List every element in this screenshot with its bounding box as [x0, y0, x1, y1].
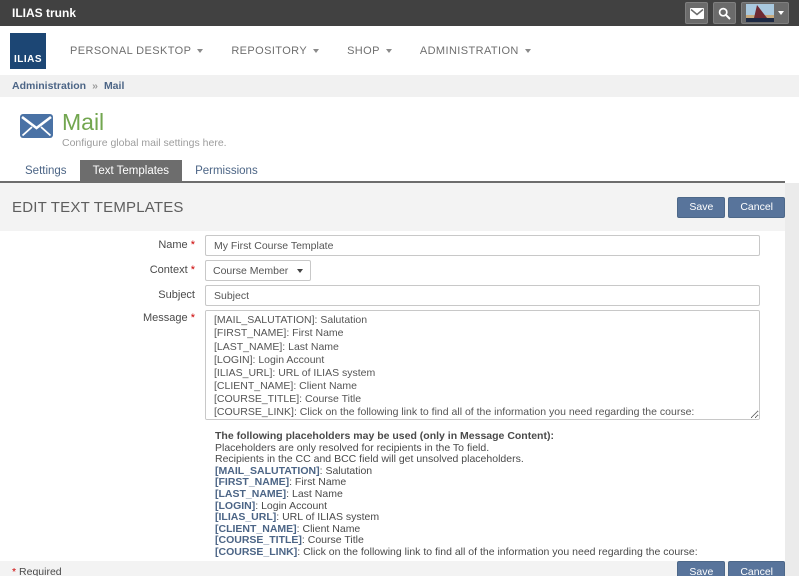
- menu-shop[interactable]: SHOP: [333, 26, 406, 75]
- cancel-button[interactable]: Cancel: [728, 561, 785, 576]
- placeholder-item: [COURSE_LINK]: Click on the following li…: [215, 547, 770, 559]
- chevron-down-icon: [197, 49, 203, 53]
- context-selected-value: Course Member: [213, 265, 288, 277]
- required-asterisk: *: [191, 312, 195, 324]
- search-icon-button[interactable]: [713, 2, 736, 24]
- form-row-context: Context * Course Member: [0, 260, 785, 281]
- message-label: Message *: [0, 310, 205, 425]
- chevron-down-icon: [386, 49, 392, 53]
- breadcrumb-administration[interactable]: Administration: [12, 80, 86, 92]
- save-button[interactable]: Save: [677, 197, 725, 218]
- tab-settings[interactable]: Settings: [12, 160, 80, 181]
- form-row-name: Name *: [0, 235, 785, 256]
- search-icon: [718, 7, 731, 20]
- name-field[interactable]: [205, 235, 760, 256]
- topbar-actions: [685, 2, 789, 24]
- menu-administration[interactable]: ADMINISTRATION: [406, 26, 545, 75]
- placeholder-help: The following placeholders may be used (…: [215, 431, 770, 558]
- right-gutter: [785, 183, 799, 576]
- form-footer: * Required Save Cancel: [0, 561, 785, 576]
- context-label: Context *: [0, 260, 205, 281]
- form-row-subject: Subject: [0, 285, 785, 306]
- message-field[interactable]: [MAIL_SALUTATION]: Salutation [FIRST_NAM…: [205, 310, 760, 420]
- header-command-buttons: Save Cancel: [677, 197, 785, 218]
- avatar: [746, 4, 774, 22]
- tabs-bar: Settings Text Templates Permissions: [0, 149, 799, 183]
- menu-label: ADMINISTRATION: [420, 45, 519, 57]
- nav-menus: PERSONAL DESKTOP REPOSITORY SHOP ADMINIS…: [56, 26, 545, 75]
- user-menu-button[interactable]: [741, 2, 789, 24]
- footer-command-buttons: Save Cancel: [677, 561, 785, 576]
- page-header-text: Mail Configure global mail settings here…: [62, 110, 227, 149]
- page-subtitle: Configure global mail settings here.: [62, 137, 227, 149]
- tab-text-templates[interactable]: Text Templates: [80, 160, 183, 181]
- chevron-down-icon: [778, 11, 784, 15]
- section-title: EDIT TEXT TEMPLATES: [12, 199, 184, 216]
- breadcrumb-separator: »: [92, 80, 98, 92]
- tab-permissions[interactable]: Permissions: [182, 160, 271, 181]
- top-bar: ILIAS trunk: [0, 0, 799, 26]
- chevron-down-icon: [297, 269, 303, 273]
- breadcrumb-mail[interactable]: Mail: [104, 80, 124, 92]
- menu-label: PERSONAL DESKTOP: [70, 45, 191, 57]
- form-row-message: Message * [MAIL_SALUTATION]: Salutation …: [0, 310, 785, 425]
- cancel-button[interactable]: Cancel: [728, 197, 785, 218]
- form-section-header: EDIT TEXT TEMPLATES Save Cancel: [0, 183, 785, 231]
- menu-repository[interactable]: REPOSITORY: [217, 26, 333, 75]
- save-button[interactable]: Save: [677, 561, 725, 576]
- main-navbar: ILIAS PERSONAL DESKTOP REPOSITORY SHOP A…: [0, 26, 799, 75]
- mail-icon-button[interactable]: [685, 2, 708, 24]
- chevron-down-icon: [313, 49, 319, 53]
- ilias-logo[interactable]: ILIAS: [10, 33, 46, 69]
- subject-label: Subject: [0, 285, 205, 306]
- required-asterisk: *: [12, 566, 16, 576]
- edit-template-form: Name * Context * Course Member: [0, 231, 785, 561]
- page-title: Mail: [62, 110, 227, 135]
- context-select[interactable]: Course Member: [205, 260, 311, 281]
- required-asterisk: *: [191, 264, 195, 276]
- menu-label: REPOSITORY: [231, 45, 307, 57]
- menu-label: SHOP: [347, 45, 380, 57]
- mail-icon: [690, 8, 704, 19]
- required-asterisk: *: [191, 239, 195, 251]
- chevron-down-icon: [525, 49, 531, 53]
- required-note: * Required: [12, 566, 62, 576]
- app-title: ILIAS trunk: [12, 6, 76, 20]
- mail-icon: [20, 114, 53, 149]
- name-label: Name *: [0, 235, 205, 256]
- page-header: Mail Configure global mail settings here…: [0, 97, 799, 149]
- menu-personal-desktop[interactable]: PERSONAL DESKTOP: [56, 26, 217, 75]
- breadcrumb: Administration » Mail: [0, 75, 799, 97]
- subject-field[interactable]: [205, 285, 760, 306]
